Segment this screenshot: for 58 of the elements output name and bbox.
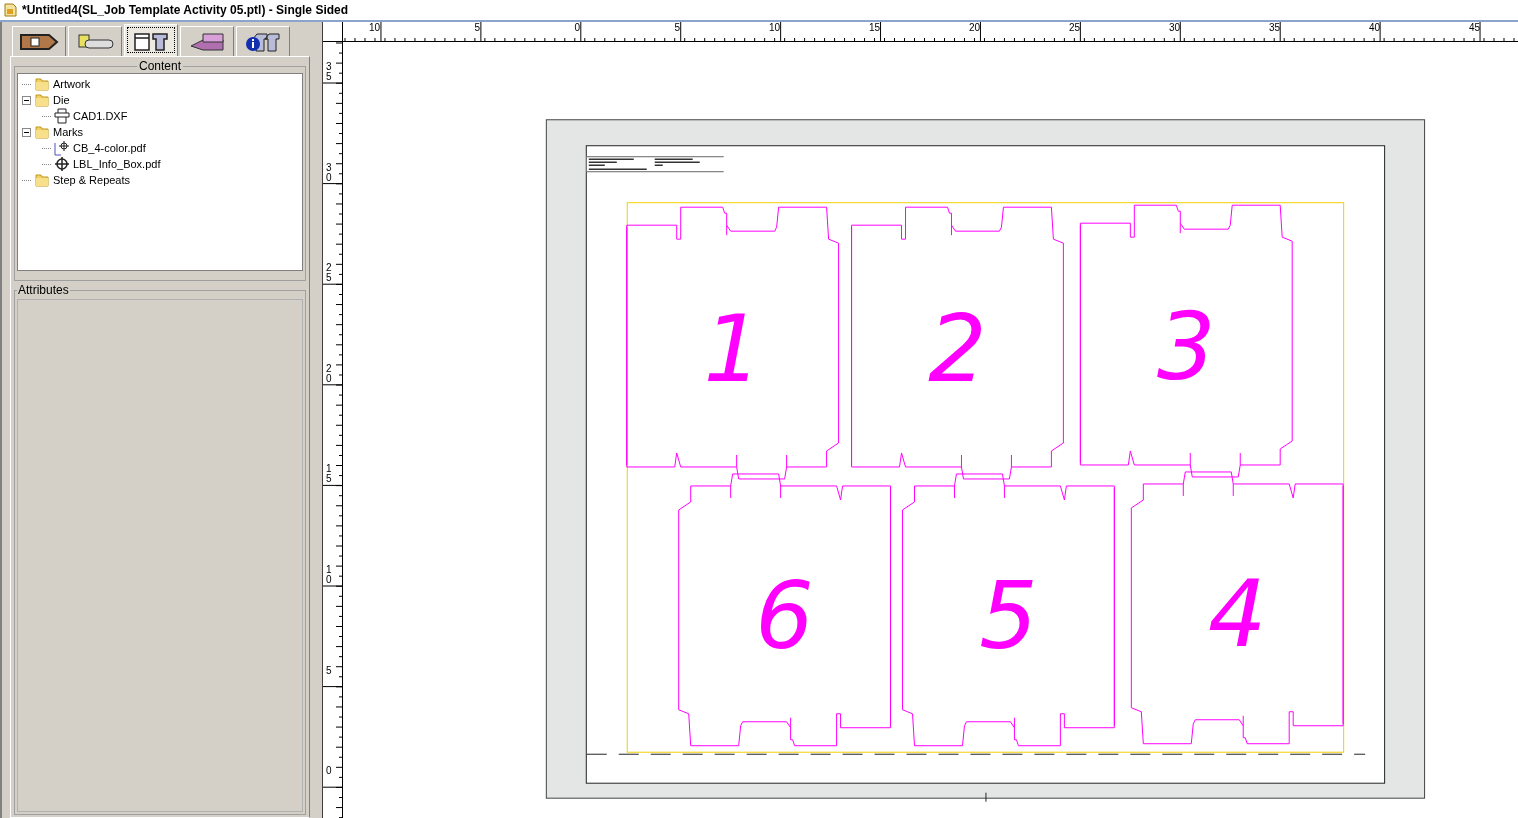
ruler-label: 0 xyxy=(573,22,580,34)
ruler-label: 20 xyxy=(967,22,980,34)
info-shirt-icon xyxy=(243,31,283,52)
layout-number: 6 xyxy=(755,562,814,670)
layout-number: 3 xyxy=(1157,294,1216,402)
layout-number: 2 xyxy=(928,296,987,404)
ruler-label: 5 xyxy=(473,22,480,34)
ruler-label: 0 xyxy=(326,766,332,777)
carton-icon xyxy=(131,30,171,51)
tree-item[interactable]: Die xyxy=(53,94,70,106)
folder-icon xyxy=(34,172,50,188)
ruler-label: 5 xyxy=(673,22,680,34)
ruler-label: 35 xyxy=(1267,22,1280,34)
layout-number: 1 xyxy=(703,296,762,404)
app-icon xyxy=(4,3,18,17)
ruler-origin[interactable] xyxy=(323,22,343,42)
layout-number: 4 xyxy=(1208,560,1267,668)
folder-icon xyxy=(34,76,50,92)
collapse-icon[interactable] xyxy=(22,127,31,137)
tree-item[interactable]: CB_4-color.pdf xyxy=(73,142,146,154)
ruler-label: 20 xyxy=(326,363,332,384)
splitter[interactable] xyxy=(314,22,323,818)
ruler-label: 30 xyxy=(326,162,332,183)
ruler-label: 25 xyxy=(326,263,332,284)
roller-icon xyxy=(75,31,115,52)
ruler-label: 10 xyxy=(367,22,380,34)
details-tab[interactable] xyxy=(236,26,290,56)
crosshair-icon xyxy=(54,140,70,156)
tree-item[interactable]: CAD1.DXF xyxy=(73,110,128,122)
tree-item[interactable]: Step & Repeats xyxy=(53,174,131,186)
group-title: Content xyxy=(138,59,182,73)
ruler-label: 15 xyxy=(326,464,332,485)
ruler-label: 15 xyxy=(867,22,880,34)
ruler-label: 30 xyxy=(1167,22,1180,34)
ruler-label: 10 xyxy=(326,565,332,585)
group-title: Attributes xyxy=(17,283,70,297)
layout-number: 5 xyxy=(979,562,1038,670)
tree-item[interactable]: LBL_Info_Box.pdf xyxy=(73,158,161,170)
info-tab[interactable] xyxy=(12,26,66,56)
tag-icon xyxy=(19,31,59,52)
center-mark xyxy=(985,792,987,803)
press-tab[interactable] xyxy=(68,26,122,56)
ruler-label: 10 xyxy=(767,22,780,34)
ruler-label: 45 xyxy=(1467,22,1480,34)
folder-icon xyxy=(34,124,50,140)
folder-icon xyxy=(34,92,50,108)
tree-item[interactable]: Artwork xyxy=(53,78,91,90)
ruler-label: 40 xyxy=(1367,22,1380,34)
collapse-icon[interactable] xyxy=(22,95,31,105)
layout-tab[interactable] xyxy=(124,24,178,56)
ruler-label: 25 xyxy=(1067,22,1080,34)
tree-item[interactable]: Marks xyxy=(53,126,83,138)
window-title: *Untitled4(SL_Job Template Activity 05.ptl) - Single Sided xyxy=(22,3,349,17)
carton-icon xyxy=(54,108,70,124)
stack-tab[interactable] xyxy=(180,26,234,56)
target-icon xyxy=(54,156,70,172)
ruler-label: 5 xyxy=(326,665,332,676)
ruler-label: 35 xyxy=(326,62,332,82)
